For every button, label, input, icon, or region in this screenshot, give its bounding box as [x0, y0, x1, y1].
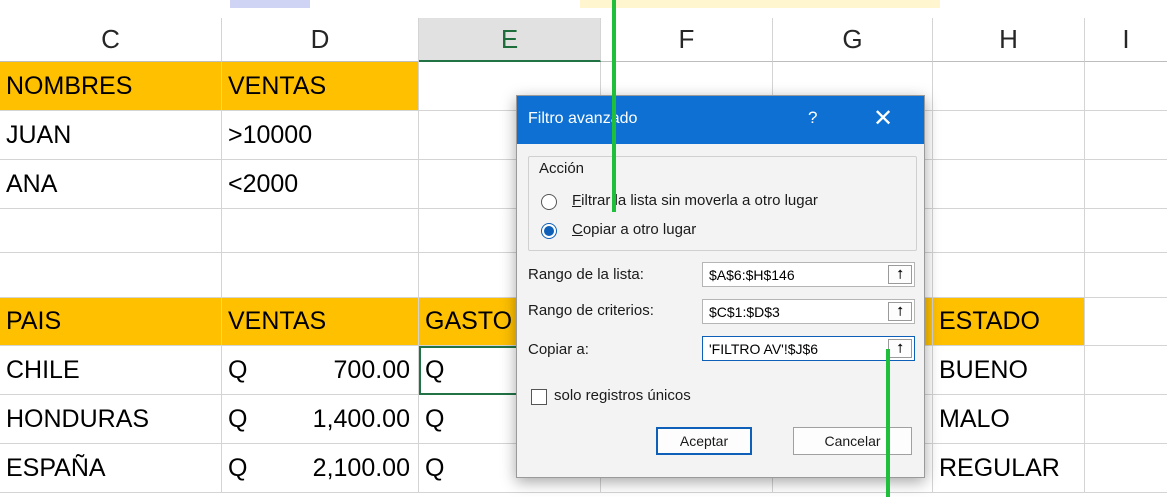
- cell-pais[interactable]: ESPAÑA: [0, 444, 222, 493]
- annotation-line: [886, 349, 890, 497]
- copy-to-field[interactable]: 'FILTRO AV'!$J$6 ⭡: [702, 336, 915, 361]
- cell[interactable]: [222, 209, 419, 253]
- list-range-label: Rango de la lista:: [528, 266, 644, 283]
- cell[interactable]: [1085, 395, 1167, 444]
- dialog-title-bar[interactable]: Filtro avanzado ? ✕: [517, 96, 924, 144]
- action-group-label: Acción: [535, 160, 589, 177]
- column-header-i[interactable]: I: [1085, 18, 1167, 62]
- cell[interactable]: [933, 209, 1085, 253]
- cell[interactable]: [933, 160, 1085, 209]
- copy-to-location-label[interactable]: Copiar a otro lugar: [572, 221, 696, 238]
- currency-symbol: Q: [425, 453, 445, 482]
- cell-c1[interactable]: NOMBRES: [0, 62, 222, 111]
- criteria-range-value: $C$1:$D$3: [709, 304, 780, 320]
- label-text: iltrar la lista sin moverla a otro lugar: [581, 192, 818, 209]
- cell-estado[interactable]: MALO: [933, 395, 1085, 444]
- unique-records-checkbox[interactable]: [531, 389, 547, 405]
- criteria-range-label: Rango de criterios:: [528, 302, 654, 319]
- cell[interactable]: [1085, 346, 1167, 395]
- column-header-c[interactable]: C: [0, 18, 222, 62]
- cell-pais[interactable]: HONDURAS: [0, 395, 222, 444]
- criteria-range-field[interactable]: $C$1:$D$3 ⭡: [702, 299, 915, 324]
- cell[interactable]: [1085, 111, 1167, 160]
- collapse-dialog-icon[interactable]: ⭡: [888, 339, 912, 358]
- cell[interactable]: [933, 253, 1085, 298]
- cell[interactable]: [0, 209, 222, 253]
- highlight-mark: [230, 0, 310, 8]
- amount: 2,100.00: [312, 453, 410, 482]
- cell[interactable]: [0, 253, 222, 298]
- cell[interactable]: [1085, 253, 1167, 298]
- currency-symbol: Q: [228, 355, 248, 384]
- copy-to-value: 'FILTRO AV'!$J$6: [709, 341, 819, 357]
- highlight-mark: [580, 0, 940, 8]
- cell[interactable]: [933, 111, 1085, 160]
- column-header-h[interactable]: H: [933, 18, 1085, 62]
- currency-symbol: Q: [228, 404, 248, 433]
- access-key: C: [572, 221, 583, 238]
- column-header-d[interactable]: D: [222, 18, 419, 62]
- amount: 700.00: [333, 355, 410, 384]
- cell[interactable]: [1085, 298, 1167, 346]
- cell[interactable]: [1085, 444, 1167, 493]
- cell-ventas[interactable]: Q 1,400.00: [222, 395, 419, 444]
- cell[interactable]: [1085, 160, 1167, 209]
- cell-ventas[interactable]: Q 700.00: [222, 346, 419, 395]
- cell[interactable]: [1085, 62, 1167, 111]
- cell-d1[interactable]: VENTAS: [222, 62, 419, 111]
- cell[interactable]: [933, 62, 1085, 111]
- cell-d6[interactable]: VENTAS: [222, 298, 419, 346]
- currency-symbol: Q: [228, 453, 248, 482]
- label-text: opiar a otro lugar: [582, 221, 697, 238]
- copy-to-location-radio[interactable]: [541, 223, 557, 239]
- column-header-g[interactable]: G: [773, 18, 933, 62]
- collapse-dialog-icon[interactable]: ⭡: [888, 265, 912, 284]
- cell-c3[interactable]: ANA: [0, 160, 222, 209]
- cell-estado[interactable]: BUENO: [933, 346, 1085, 395]
- cell-ventas[interactable]: Q 2,100.00: [222, 444, 419, 493]
- unique-records-label[interactable]: solo registros únicos: [554, 387, 691, 404]
- cell-estado[interactable]: REGULAR: [933, 444, 1085, 493]
- column-header-f[interactable]: F: [601, 18, 773, 62]
- list-range-field[interactable]: $A$6:$H$146 ⭡: [702, 262, 915, 287]
- collapse-dialog-icon[interactable]: ⭡: [888, 302, 912, 321]
- column-header-e[interactable]: E: [419, 18, 601, 62]
- cell-pais[interactable]: CHILE: [0, 346, 222, 395]
- cell-d3[interactable]: <2000: [222, 160, 419, 209]
- ok-button[interactable]: Aceptar: [656, 427, 752, 455]
- cell-h6[interactable]: ESTADO: [933, 298, 1085, 346]
- cell-c6[interactable]: PAIS: [0, 298, 222, 346]
- annotation-line: [612, 0, 616, 212]
- amount: 1,400.00: [312, 404, 410, 433]
- currency-symbol: Q: [425, 404, 445, 433]
- close-icon[interactable]: ✕: [873, 104, 893, 133]
- cell-c2[interactable]: JUAN: [0, 111, 222, 160]
- list-range-value: $A$6:$H$146: [709, 267, 795, 283]
- cell[interactable]: [1085, 209, 1167, 253]
- access-key: F: [572, 192, 582, 209]
- cell-d2[interactable]: >10000: [222, 111, 419, 160]
- advanced-filter-dialog: Filtro avanzado ? ✕ Acción Filtrar la li…: [516, 95, 925, 478]
- copy-to-label: Copiar a:: [528, 341, 589, 358]
- filter-in-place-label[interactable]: Filtrar la lista sin moverla a otro luga…: [572, 192, 818, 209]
- cell[interactable]: [222, 253, 419, 298]
- cancel-button[interactable]: Cancelar: [793, 427, 912, 455]
- filter-in-place-radio[interactable]: [541, 194, 557, 210]
- dialog-title: Filtro avanzado: [528, 110, 638, 127]
- help-icon[interactable]: ?: [808, 108, 817, 128]
